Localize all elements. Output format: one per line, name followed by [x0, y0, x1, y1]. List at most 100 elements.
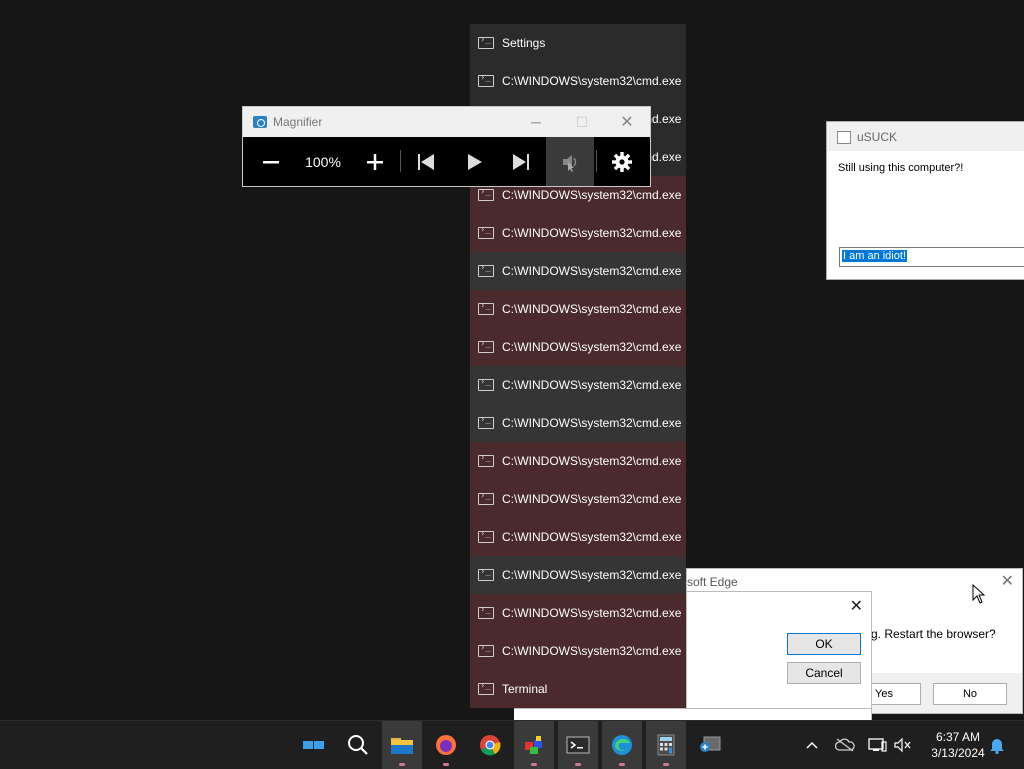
play-icon: [468, 153, 482, 170]
folder-icon: [391, 738, 413, 754]
close-icon[interactable]: ✕: [850, 596, 863, 616]
terminal-icon: [478, 35, 494, 49]
jump-list-item[interactable]: C:\WINDOWS\system32\cmd.exe: [470, 556, 686, 594]
running-indicator: [575, 763, 581, 766]
close-icon[interactable]: ✕: [1001, 571, 1014, 591]
running-indicator: [443, 763, 449, 766]
terminal-icon: [478, 529, 494, 543]
taskbar-file-explorer[interactable]: [382, 721, 422, 769]
terminal-icon: [478, 643, 494, 657]
jump-list-item-label: C:\WINDOWS\system32\cmd.exe: [502, 74, 682, 88]
volume-tray[interactable]: [892, 721, 914, 769]
windows-logo-icon: [303, 741, 324, 749]
jump-list-item[interactable]: C:\WINDOWS\system32\cmd.exe: [470, 480, 686, 518]
running-indicator: [399, 763, 405, 766]
usuck-dialog: uSUCK Still using this computer?! I am a…: [826, 121, 1024, 280]
terminal-icon: [478, 339, 494, 353]
jump-list-item-label: C:\WINDOWS\system32\cmd.exe: [502, 264, 682, 278]
divider: [400, 150, 401, 172]
speaker-pointer-icon: [563, 154, 577, 172]
previous-button[interactable]: [406, 137, 446, 186]
minimize-button[interactable]: ─: [513, 107, 559, 137]
play-button[interactable]: [454, 137, 494, 186]
jump-list-item[interactable]: C:\WINDOWS\system32\cmd.exe: [470, 328, 686, 366]
terminal-icon: [478, 263, 494, 277]
cloud-offline-icon: [835, 738, 855, 752]
terminal-icon: [478, 681, 494, 695]
jump-list-item-label: C:\WINDOWS\system32\cmd.exe: [502, 492, 682, 506]
jump-list-item-label: C:\WINDOWS\system32\cmd.exe: [502, 302, 682, 316]
search-button[interactable]: [338, 721, 378, 769]
taskbar-magnifier[interactable]: [690, 721, 730, 769]
jump-list-item[interactable]: C:\WINDOWS\system32\cmd.exe: [470, 214, 686, 252]
settings-button[interactable]: [602, 137, 642, 186]
clock-date: 3/13/2024: [931, 746, 985, 760]
zoom-out-button[interactable]: [251, 137, 291, 186]
mouse-cursor-icon: [972, 584, 986, 604]
chrome-icon: [480, 735, 501, 756]
speaker-muted-icon: [894, 737, 911, 753]
edge-dialog-message: g. Restart the browser?: [871, 627, 996, 641]
divider: [596, 150, 597, 172]
jump-list-item[interactable]: C:\WINDOWS\system32\cmd.exe: [470, 62, 686, 100]
taskbar: 6:37 AM 3/13/2024: [0, 720, 1024, 769]
show-hidden-icons-button[interactable]: [802, 721, 822, 769]
jump-list-item-label: C:\WINDOWS\system32\cmd.exe: [502, 568, 682, 582]
edge-icon: [612, 735, 632, 755]
zoom-in-button[interactable]: [355, 137, 395, 186]
chevron-up-icon: [806, 741, 818, 749]
onedrive-tray[interactable]: [834, 721, 856, 769]
start-button[interactable]: [294, 721, 334, 769]
taskbar-clock[interactable]: 6:37 AM 3/13/2024: [920, 729, 996, 761]
jump-list-item[interactable]: C:\WINDOWS\system32\cmd.exe: [470, 632, 686, 670]
next-button[interactable]: [501, 137, 541, 186]
usuck-title: uSUCK: [857, 130, 898, 144]
network-icon: [868, 738, 887, 752]
jump-list-item[interactable]: Terminal: [470, 670, 686, 708]
jump-list-item-label: C:\WINDOWS\system32\cmd.exe: [502, 416, 682, 430]
jump-list-item[interactable]: C:\WINDOWS\system32\cmd.exe: [470, 252, 686, 290]
no-button[interactable]: No: [933, 683, 1007, 705]
jump-list-item-label: C:\WINDOWS\system32\cmd.exe: [502, 340, 682, 354]
taskbar-calculator[interactable]: [646, 721, 686, 769]
jump-list-item[interactable]: C:\WINDOWS\system32\cmd.exe: [470, 290, 686, 328]
usuck-message: Still using this computer?!: [838, 162, 964, 174]
taskbar-firefox[interactable]: [426, 721, 466, 769]
running-indicator: [663, 763, 669, 766]
minus-icon: [263, 160, 279, 163]
terminal-icon: [478, 567, 494, 581]
search-icon: [348, 735, 368, 755]
jump-list-item[interactable]: C:\WINDOWS\system32\cmd.exe: [470, 404, 686, 442]
calculator-icon: [657, 734, 675, 756]
magnifier-title: Magnifier: [273, 115, 323, 129]
magnifier-title-bar[interactable]: Magnifier ─ ☐ ✕: [243, 107, 650, 137]
jump-list-item[interactable]: C:\WINDOWS\system32\cmd.exe: [470, 366, 686, 404]
terminal-icon: [478, 491, 494, 505]
taskbar-terminal[interactable]: [558, 721, 598, 769]
jump-list-item-label: C:\WINDOWS\system32\cmd.exe: [502, 378, 682, 392]
taskbar-chrome[interactable]: [470, 721, 510, 769]
jump-list-item[interactable]: C:\WINDOWS\system32\cmd.exe: [470, 518, 686, 556]
jump-list-item[interactable]: Settings: [470, 24, 686, 62]
jump-list-item-label: C:\WINDOWS\system32\cmd.exe: [502, 644, 682, 658]
notifications-button[interactable]: [986, 721, 1008, 769]
jump-list-item[interactable]: C:\WINDOWS\system32\cmd.exe: [470, 594, 686, 632]
taskbar-edge[interactable]: [602, 721, 642, 769]
running-indicator: [531, 763, 537, 766]
running-indicator: [619, 763, 625, 766]
usuck-text-input[interactable]: I am an idiot!: [839, 247, 1024, 267]
clock-time: 6:37 AM: [935, 730, 981, 744]
jump-list-item-label: Terminal: [502, 682, 548, 696]
ok-button[interactable]: OK: [787, 633, 861, 655]
skip-previous-icon: [418, 153, 434, 170]
ok-cancel-dialog: ✕ OK Cancel: [686, 591, 872, 721]
cancel-button[interactable]: Cancel: [787, 662, 861, 684]
close-button[interactable]: ✕: [604, 107, 650, 137]
terminal-icon: [478, 605, 494, 619]
network-tray[interactable]: [866, 721, 888, 769]
read-from-here-button[interactable]: [546, 137, 594, 186]
jump-list-item[interactable]: C:\WINDOWS\system32\cmd.exe: [470, 442, 686, 480]
taskbar-colorful-app[interactable]: [514, 721, 554, 769]
bell-icon: [990, 739, 1004, 754]
terminal-icon: [478, 415, 494, 429]
